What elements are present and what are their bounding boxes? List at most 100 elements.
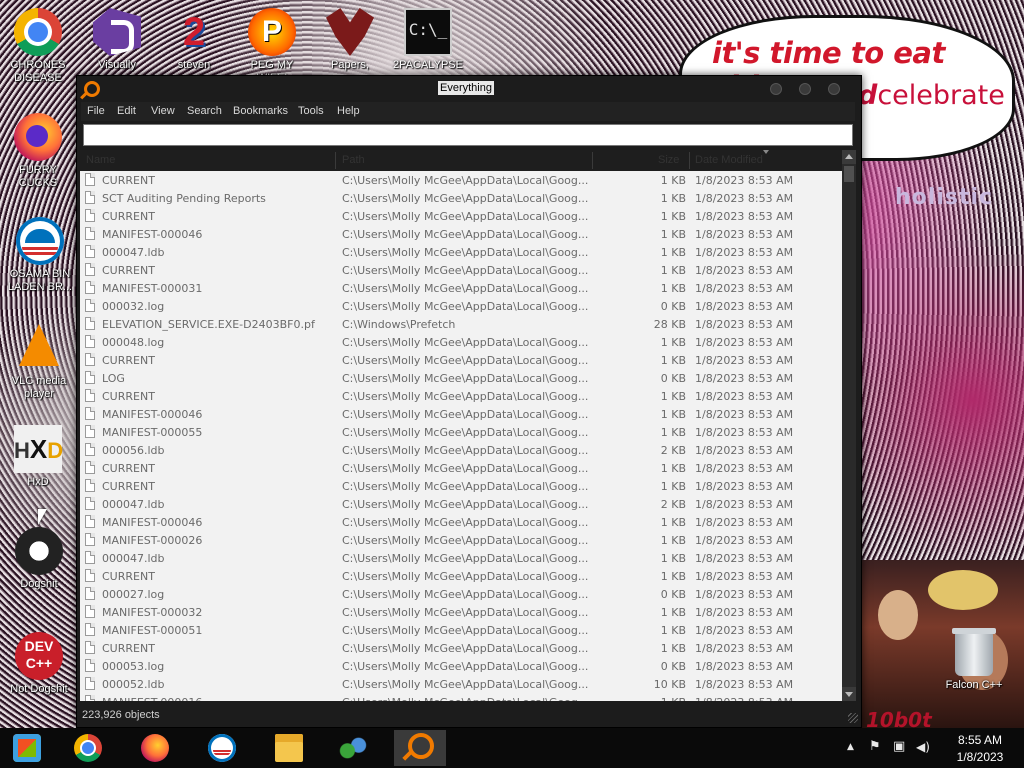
file-date-modified: 1/8/2023 8:53 AM (695, 174, 794, 187)
table-row[interactable]: 000052.ldb C:\Users\Molly McGee\AppData\L… (80, 675, 842, 693)
file-icon (85, 497, 95, 510)
file-icon (85, 227, 95, 240)
menu-help[interactable]: Help (337, 105, 360, 117)
table-row[interactable]: 000047.ldb C:\Users\Molly McGee\AppData\L… (80, 495, 842, 513)
file-date-modified: 1/8/2023 8:53 AM (695, 444, 794, 457)
menu-view[interactable]: View (151, 105, 175, 117)
file-size: 1 KB (610, 696, 686, 701)
desktop-icon-devcpp[interactable]: DEV C++ Not Dogshit (1, 632, 77, 696)
column-header-name[interactable]: Name (86, 154, 115, 166)
window-titlebar[interactable]: Everything (77, 76, 861, 101)
scroll-up-arrow-icon[interactable] (842, 150, 856, 164)
file-size: 2 KB (660, 444, 686, 457)
file-size: 1 KB (660, 462, 686, 475)
table-row[interactable]: MANIFEST-000046 C:\Users\Molly McGee\AppD… (80, 225, 842, 243)
table-row[interactable]: ELEVATION_SERVICE.EXE-D2403BF0.pf C:\Wind… (80, 315, 842, 333)
menu-tools[interactable]: Tools (298, 105, 324, 117)
column-header-path[interactable]: Path (342, 154, 365, 166)
desktop-icon-label: 2PACALYPSE (393, 59, 463, 71)
desktop-icon-firefox[interactable]: FURRY CUCKS (0, 113, 76, 190)
desktop-icon-visual-studio[interactable]: Visually (79, 8, 155, 72)
resize-grip-icon[interactable] (848, 713, 858, 723)
clock-date[interactable]: 1/8/2023 (945, 750, 1015, 764)
vertical-scrollbar[interactable] (842, 150, 856, 701)
desktop-icon-hxd[interactable]: HXD HxD (0, 425, 76, 489)
column-header-date-modified[interactable]: Date Modified (695, 154, 763, 166)
file-date-modified: 1/8/2023 8:53 AM (695, 552, 794, 565)
column-header-size[interactable]: Size (658, 154, 679, 166)
search-input[interactable] (83, 124, 853, 146)
file-size: 1 KB (660, 264, 686, 277)
menu-search[interactable]: Search (187, 105, 222, 117)
file-path: C:\Users\Molly McGee\AppData\Local\Goog.… (342, 300, 589, 313)
taskbar-firefox[interactable] (129, 730, 181, 766)
close-button[interactable] (828, 83, 840, 95)
table-row[interactable]: CURRENT C:\Users\Molly McGee\AppData\Loca… (80, 351, 842, 369)
desktop-icon-label: CHRONES DISEASE (10, 59, 66, 84)
file-size: 1 KB (660, 354, 686, 367)
network-status-icon[interactable]: ▣ (893, 740, 905, 754)
desktop-icon-chrome[interactable]: CHRONES DISEASE (0, 8, 76, 85)
table-row[interactable]: MANIFEST-000031 C:\Users\Molly McGee\AppD… (80, 279, 842, 297)
table-row[interactable]: MANIFEST-000032 C:\Users\Molly McGee\AppD… (80, 603, 842, 621)
table-row[interactable]: CURRENT C:\Users\Molly McGee\AppData\Loca… (80, 207, 842, 225)
table-row[interactable]: CURRENT C:\Users\Molly McGee\AppData\Loca… (80, 567, 842, 585)
table-row[interactable]: CURRENT C:\Users\Molly McGee\AppData\Loca… (80, 171, 842, 189)
file-path: C:\Users\Molly McGee\AppData\Local\Goog.… (342, 246, 589, 259)
table-row[interactable]: 000027.log C:\Users\Molly McGee\AppData\L… (80, 585, 842, 603)
table-row[interactable]: 000056.ldb C:\Users\Molly McGee\AppData\L… (80, 441, 842, 459)
table-row[interactable]: MANIFEST-000026 C:\Users\Molly McGee\AppD… (80, 531, 842, 549)
desktop-icon-dogshit[interactable]: Dogshit (1, 527, 77, 591)
table-row[interactable]: 000048.log C:\Users\Molly McGee\AppData\L… (80, 333, 842, 351)
menu-file[interactable]: File (87, 105, 105, 117)
table-row[interactable]: 000032.log C:\Users\Molly McGee\AppData\L… (80, 297, 842, 315)
taskbar-obama[interactable] (196, 730, 248, 766)
menu-edit[interactable]: Edit (117, 105, 136, 117)
scroll-down-arrow-icon[interactable] (842, 687, 856, 701)
table-row[interactable]: MANIFEST-000046 C:\Users\Molly McGee\AppD… (80, 405, 842, 423)
file-date-modified: 1/8/2023 8:53 AM (695, 570, 794, 583)
taskbar-network[interactable] (327, 730, 379, 766)
desktop-icon-recycle-bin[interactable]: Falcon C++ (936, 628, 1012, 692)
table-row[interactable]: SCT Auditing Pending Reports C:\Users\Mol… (80, 189, 842, 207)
table-row[interactable]: CURRENT C:\Users\Molly McGee\AppData\Loca… (80, 639, 842, 657)
table-row[interactable]: MANIFEST-000051 C:\Users\Molly McGee\AppD… (80, 621, 842, 639)
table-row[interactable]: 000047.ldb C:\Users\Molly McGee\AppData\L… (80, 243, 842, 261)
table-row[interactable]: MANIFEST-000055 C:\Users\Molly McGee\AppD… (80, 423, 842, 441)
desktop-icon-vlc[interactable]: VLC media player (1, 320, 77, 401)
table-row[interactable]: 000047.ldb C:\Users\Molly McGee\AppData\L… (80, 549, 842, 567)
desktop-icon-peg[interactable]: P PEG MY WIFE! (234, 8, 310, 85)
firefox-icon (14, 113, 62, 161)
taskbar-everything[interactable] (394, 730, 446, 766)
menu-bookmarks[interactable]: Bookmarks (233, 105, 288, 117)
file-name: MANIFEST-000031 (102, 282, 203, 295)
clock-time[interactable]: 8:55 AM (945, 733, 1015, 747)
minimize-button[interactable] (770, 83, 782, 95)
file-icon (85, 191, 95, 204)
table-row[interactable]: 000053.log C:\Users\Molly McGee\AppData\L… (80, 657, 842, 675)
desktop-icon-papers[interactable]: Papers, (312, 8, 388, 72)
tray-overflow-chevron-icon[interactable]: ▲ (847, 740, 854, 754)
peg-game-icon: P (248, 8, 296, 56)
table-row[interactable]: CURRENT C:\Users\Molly McGee\AppData\Loca… (80, 387, 842, 405)
table-row[interactable]: MANIFEST-000016 C:\Users\Molly McGee\AppD… (80, 693, 842, 701)
table-row[interactable]: CURRENT C:\Users\Molly McGee\AppData\Loca… (80, 261, 842, 279)
everything-window[interactable]: Everything File Edit View Search Bookmar… (76, 75, 862, 728)
action-center-flag-icon[interactable]: ⚑ (869, 740, 881, 754)
desktop-icon-cmd[interactable]: C:\_ 2PACALYPSE (390, 8, 466, 72)
taskbar-file-explorer[interactable] (263, 730, 315, 766)
table-row[interactable]: CURRENT C:\Users\Molly McGee\AppData\Loca… (80, 477, 842, 495)
taskbar-chrome[interactable] (62, 730, 114, 766)
file-path: C:\Users\Molly McGee\AppData\Local\Goog.… (342, 408, 589, 421)
maximize-button[interactable] (799, 83, 811, 95)
volume-icon[interactable]: ◀) (916, 740, 930, 754)
desktop-icon-obama[interactable]: OSAMA BIN LADEN BR... (2, 217, 78, 294)
desktop-icon-steven[interactable]: 2 steven (156, 8, 232, 72)
file-size: 1 KB (660, 336, 686, 349)
table-row[interactable]: LOG C:\Users\Molly McGee\AppData\Local\Go… (80, 369, 842, 387)
file-name: CURRENT (102, 210, 155, 223)
table-row[interactable]: MANIFEST-000046 C:\Users\Molly McGee\AppD… (80, 513, 842, 531)
scrollbar-thumb[interactable] (844, 166, 854, 182)
table-row[interactable]: CURRENT C:\Users\Molly McGee\AppData\Loca… (80, 459, 842, 477)
start-button[interactable] (1, 730, 53, 766)
